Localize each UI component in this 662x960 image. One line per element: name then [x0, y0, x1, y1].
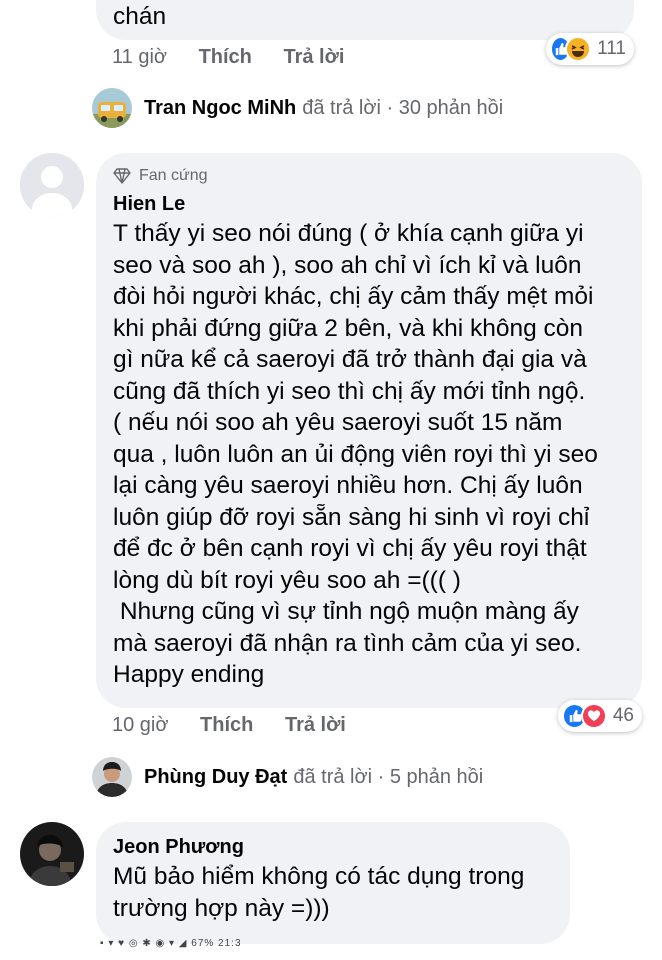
avatar [92, 757, 132, 797]
reply-count-text: đã trả lời · 5 phản hồi [293, 765, 484, 788]
reply-author-name[interactable]: Tran Ngoc MiNh [144, 97, 296, 120]
like-button[interactable]: Thích [199, 46, 252, 68]
love-icon [581, 703, 607, 729]
comment-author[interactable]: Jeon Phương [113, 836, 556, 859]
view-replies-2[interactable]: Phùng Duy Đạt đã trả lời · 5 phản hồi [92, 757, 483, 797]
like-button[interactable]: Thích [200, 714, 253, 736]
comment-text: chán [113, 3, 167, 30]
comment-actions-2: 10 giờ Thích Trả lời [112, 714, 372, 737]
haha-icon [565, 36, 592, 62]
reaction-summary-2[interactable]: 46 [558, 700, 642, 732]
reply-author-name[interactable]: Phùng Duy Đạt [144, 766, 287, 789]
reaction-count: 46 [612, 705, 634, 726]
comment-time: 10 giờ [112, 714, 169, 736]
reply-button[interactable]: Trả lời [283, 46, 344, 68]
diamond-icon [113, 168, 131, 184]
badge-label: Fan cứng [139, 167, 208, 184]
comment-text: Mũ bảo hiểm không có tác dụng trong trườ… [113, 863, 525, 922]
comment-author[interactable]: Hien Le [113, 193, 628, 216]
reaction-summary-1[interactable]: 111 [546, 33, 634, 65]
avatar[interactable] [20, 153, 84, 217]
view-replies-1[interactable]: Tran Ngoc MiNh đã trả lời · 30 phản hồi [92, 88, 503, 128]
reaction-count: 111 [597, 38, 626, 59]
status-bar: ▪ ▾ ♥ ◎ ✱ ◉ ▾ ◢ 67% 21:3 [100, 938, 242, 949]
comment-bubble-2: Fan cứng Hien Le T thấy yi seo nói đúng … [96, 153, 642, 708]
comment-actions-1: 11 giờ Thích Trả lời [112, 46, 370, 69]
avatar[interactable] [20, 822, 84, 886]
fan-badge: Fan cứng [113, 167, 628, 185]
reply-button[interactable]: Trả lời [285, 714, 346, 736]
comment-text: T thấy yi seo nói đúng ( ở khía cạnh giữ… [113, 220, 598, 688]
avatar [92, 88, 132, 128]
comment-bubble-3: Jeon Phương Mũ bảo hiểm không có tác dụn… [96, 822, 570, 944]
reply-count-text: đã trả lời · 30 phản hồi [302, 96, 504, 119]
comment-time: 11 giờ [112, 46, 167, 68]
